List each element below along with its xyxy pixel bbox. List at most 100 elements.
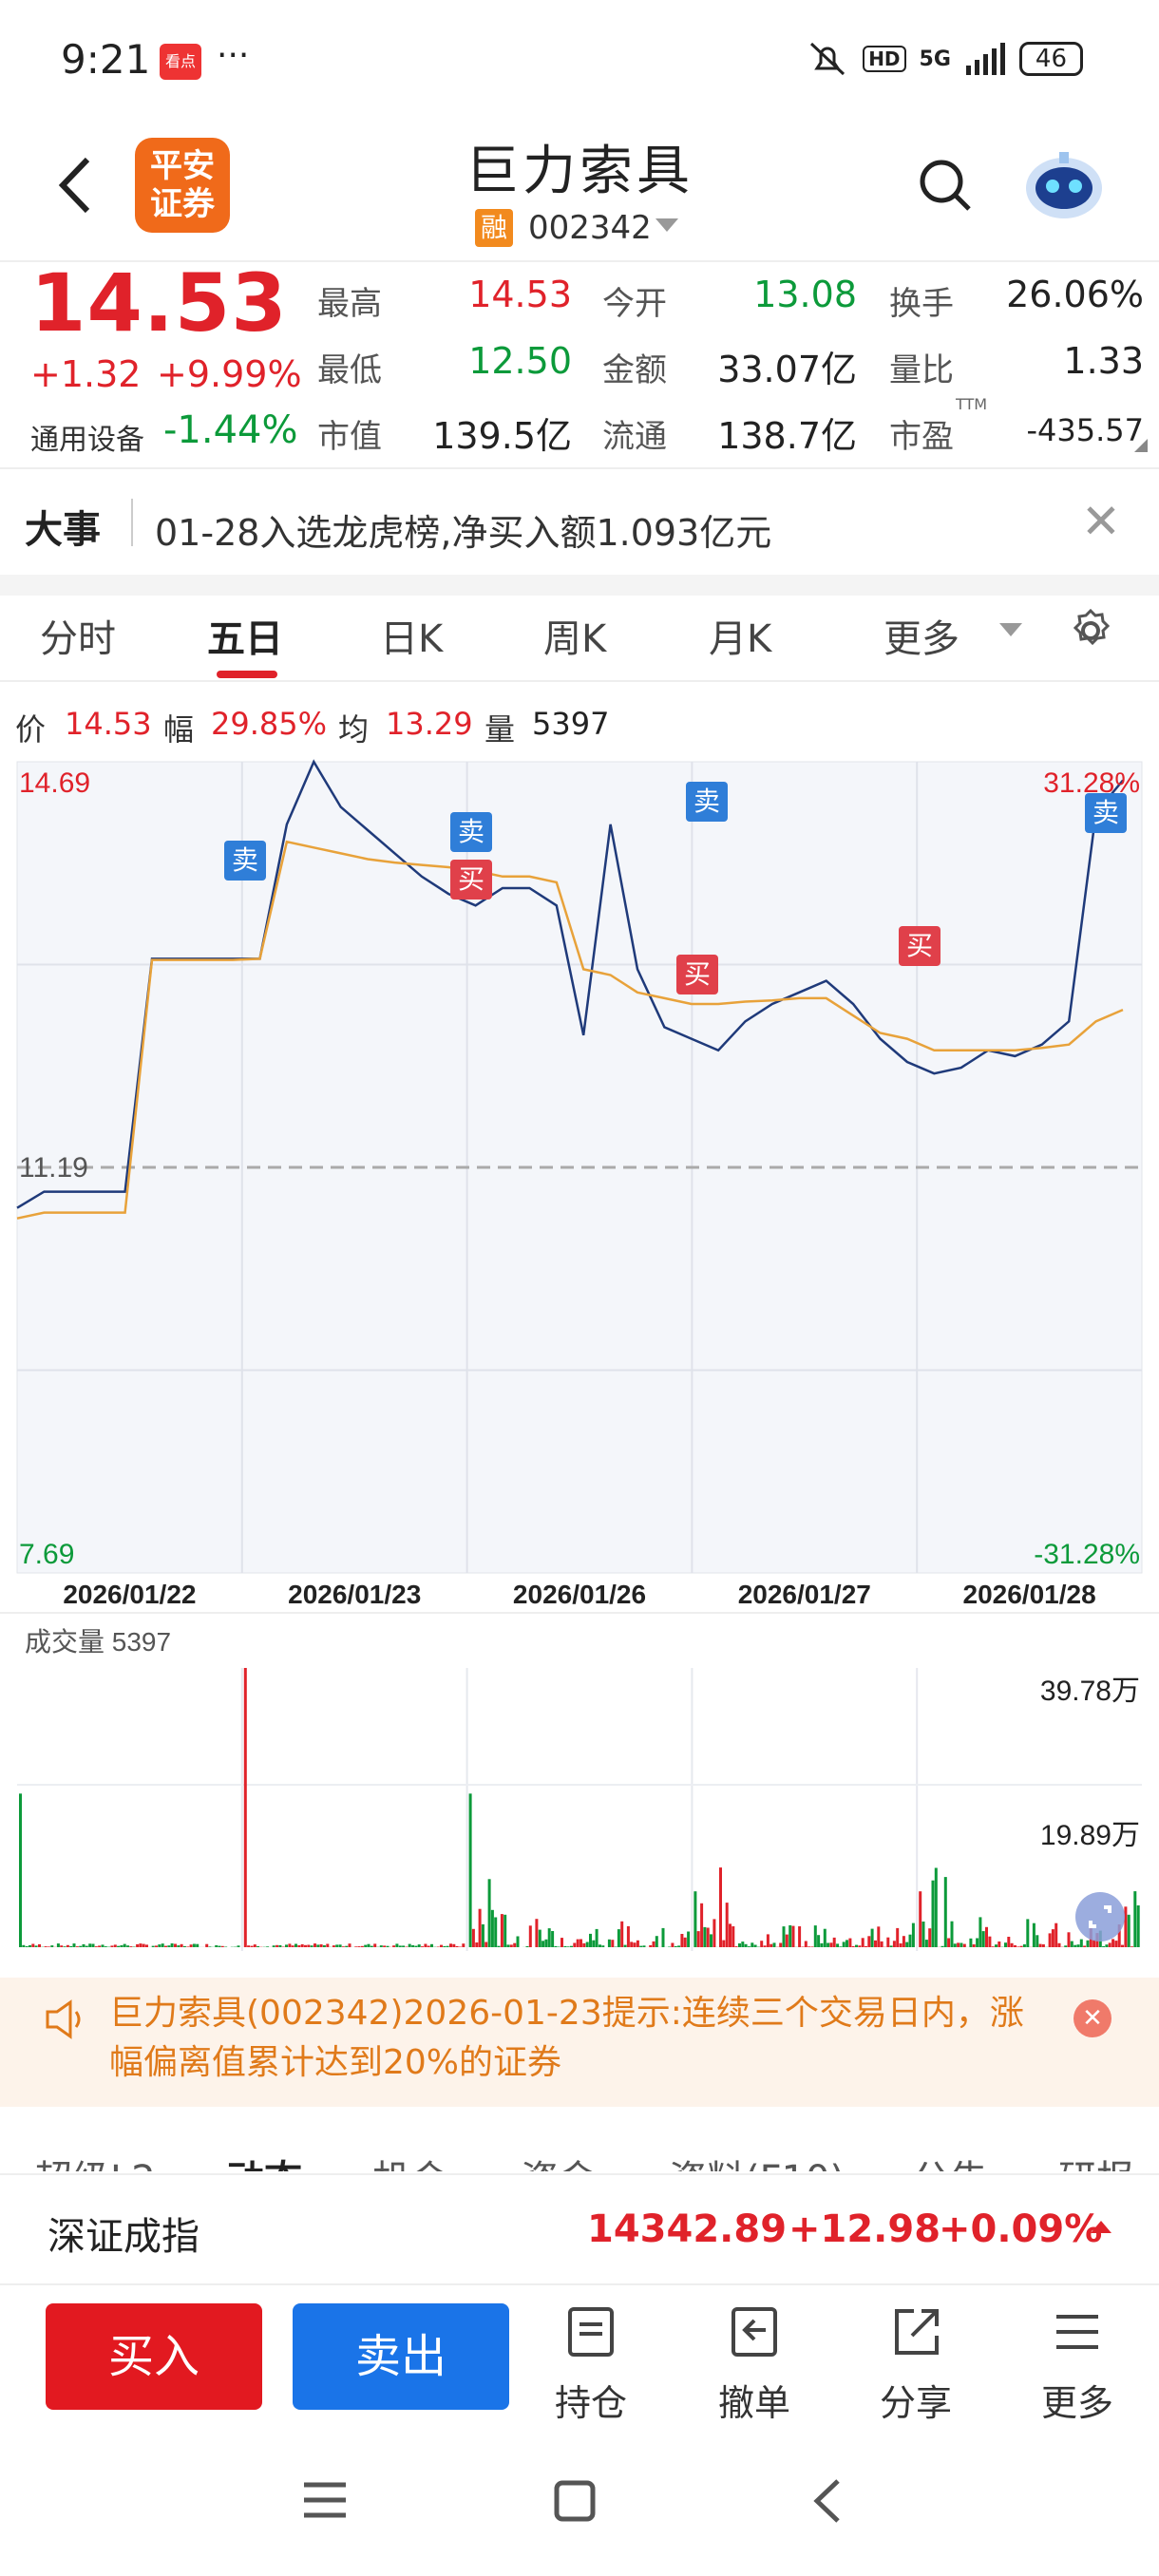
tab-more[interactable]: 更多 [884, 598, 960, 680]
home-icon[interactable] [553, 2479, 597, 2523]
volume-bar [694, 1891, 697, 1947]
field-value-high: 14.53 [468, 274, 572, 315]
volume-bar [785, 1934, 788, 1947]
field-label-high: 最高 [317, 285, 382, 323]
tab-daily-k[interactable]: 日K [380, 598, 443, 680]
menu-list-icon [1056, 2315, 1098, 2349]
volume-bar [44, 1946, 48, 1947]
settings-gear-icon[interactable] [1068, 608, 1113, 653]
buy-button[interactable]: 买入 [46, 2303, 262, 2410]
index-name: 深证成指 [48, 2215, 200, 2259]
subtab-research[interactable]: 研报 [1058, 2149, 1134, 2171]
subtab-funds[interactable]: 资金 [521, 2149, 597, 2171]
back-nav-icon[interactable] [809, 2477, 847, 2525]
volume-bar [285, 1944, 288, 1947]
risk-alert-text[interactable]: 巨力索具(002342)2026-01-23提示:连续三个交易日内，涨幅偏离值累… [109, 1989, 1050, 2088]
sell-marker[interactable]: 卖 [1085, 793, 1127, 833]
volume-bar [291, 1945, 294, 1947]
chevron-up-icon[interactable] [1091, 2221, 1112, 2233]
y-tick-bottom: 7.69 [19, 1539, 74, 1570]
event-text[interactable]: 01-28入选龙虎榜,净买入额1.093亿元 [155, 503, 771, 556]
volume-tick-mid: 19.89万 [1040, 1820, 1140, 1851]
subtab-l2[interactable]: 超级L2 [34, 2149, 156, 2171]
volume-bar [243, 1668, 247, 1947]
volume-bar [896, 1927, 900, 1947]
subtab-f10[interactable]: 资料(F10) [669, 2149, 845, 2171]
volume-label: 成交量 5397 [25, 1627, 171, 1657]
volume-bar [804, 1941, 808, 1947]
sell-button[interactable]: 卖出 [293, 2303, 509, 2410]
industry-name[interactable]: 通用设备 [30, 416, 144, 458]
volume-bar [649, 1944, 653, 1947]
volume-bar [484, 1941, 488, 1947]
close-icon[interactable]: ✕ [1074, 1999, 1112, 2037]
volume-bar [332, 1945, 335, 1947]
volume-bar [276, 1944, 279, 1947]
assistant-robot-icon[interactable] [1021, 142, 1107, 228]
more-button[interactable]: 更多 [1020, 2303, 1134, 2426]
volume-bar [861, 1938, 864, 1947]
tab-monthly-k[interactable]: 月K [709, 598, 771, 680]
volume-bar [750, 1942, 754, 1947]
volume-bar [174, 1943, 177, 1947]
expand-corner-icon[interactable] [1134, 439, 1148, 452]
sell-marker[interactable]: 卖 [686, 782, 728, 822]
cancel-order-button[interactable]: 撤单 [697, 2303, 811, 2426]
chevron-down-icon[interactable] [656, 218, 678, 232]
five-day-chart[interactable]: 14.6911.197.6931.28%-31.28%2026/01/22 202… [0, 750, 1159, 1957]
volume-bar [47, 1946, 50, 1947]
volume-bar [547, 1928, 551, 1947]
volume-bar [69, 1945, 73, 1947]
index-change-pct: +0.09% [939, 2207, 1103, 2251]
tab-weekly-k[interactable]: 周K [543, 598, 606, 680]
volume-bar [500, 1914, 504, 1947]
volume-bar [370, 1945, 373, 1947]
y-tick-top: 14.69 [19, 767, 90, 799]
buy-marker[interactable]: 买 [899, 926, 940, 966]
tab-five-day[interactable]: 五日 [207, 598, 283, 680]
search-icon[interactable] [917, 157, 974, 214]
volume-bar [836, 1943, 840, 1947]
back-icon[interactable] [48, 152, 104, 218]
volume-bar [712, 1919, 716, 1947]
volume-bar [985, 1926, 988, 1947]
subtab-announcement[interactable]: 公告 [912, 2149, 988, 2171]
volume-bar [566, 1946, 570, 1947]
fullscreen-toggle-icon[interactable] [1074, 1890, 1127, 1943]
volume-bar [1014, 1945, 1016, 1947]
volume-bar [810, 1946, 814, 1947]
volume-bar [880, 1941, 884, 1947]
subtab-news[interactable]: 动态 [226, 2149, 302, 2171]
volume-bar [554, 1945, 558, 1947]
volume-bar [364, 1944, 368, 1947]
brand-line2: 证券 [150, 185, 215, 223]
hd-badge: HD [863, 46, 906, 72]
close-icon[interactable]: ✕ [1081, 494, 1121, 549]
recent-apps-icon[interactable] [302, 2479, 348, 2521]
volume-bar [1121, 1944, 1124, 1947]
volume-bar [79, 1945, 83, 1947]
volume-bar [908, 1934, 912, 1947]
volume-bar [772, 1942, 776, 1947]
hold-button[interactable]: 持仓 [534, 2303, 648, 2426]
stock-code[interactable]: 002342 [528, 209, 652, 247]
volume-bar [696, 1931, 700, 1947]
info-price-label: 价 [15, 711, 47, 748]
subtab-opportunity[interactable]: 机会 [372, 2149, 448, 2171]
volume-bar [307, 1944, 311, 1947]
sell-marker[interactable]: 卖 [450, 812, 492, 852]
volume-bar [560, 1938, 563, 1947]
tab-intraday[interactable]: 分时 [40, 598, 116, 680]
volume-bar [513, 1942, 517, 1947]
volume-bar [1054, 1923, 1058, 1947]
chevron-down-icon[interactable] [999, 623, 1022, 636]
share-button[interactable]: 分享 [859, 2303, 973, 2426]
sell-marker[interactable]: 卖 [224, 841, 266, 881]
buy-marker[interactable]: 买 [676, 955, 718, 994]
buy-marker[interactable]: 买 [450, 860, 492, 900]
mute-icon [810, 42, 846, 76]
volume-bar [655, 1936, 658, 1947]
info-avg-label: 均 [338, 711, 370, 748]
volume-bar [360, 1945, 364, 1947]
volume-bar [31, 1943, 35, 1947]
